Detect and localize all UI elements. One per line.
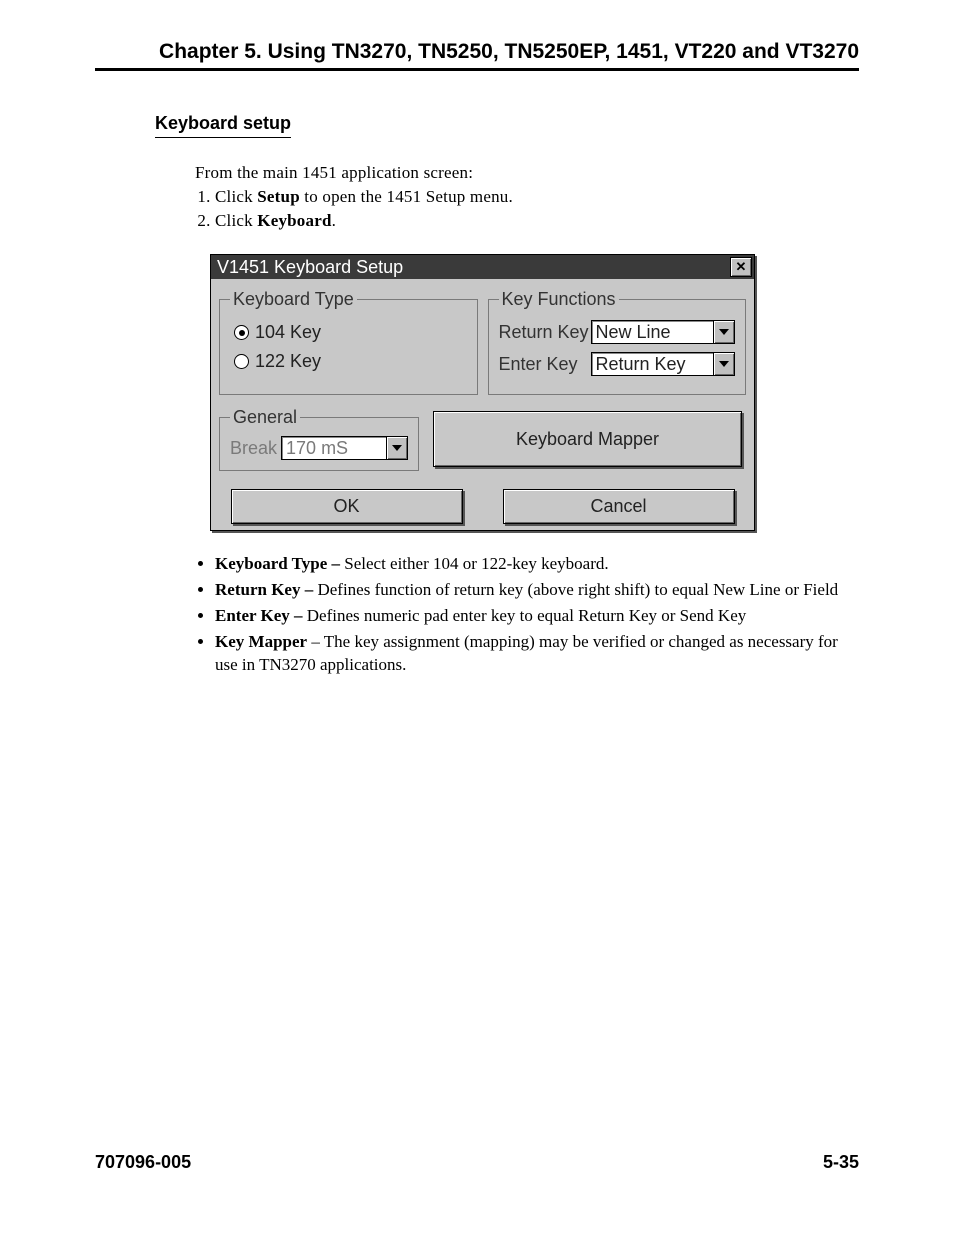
return-key-combo[interactable]: New Line <box>591 320 736 344</box>
step-1: Click Setup to open the 1451 Setup menu. <box>215 186 859 208</box>
radio-104key[interactable]: 104 Key <box>234 322 467 343</box>
break-combo[interactable]: 170 mS <box>281 436 408 460</box>
keyboard-setup-dialog: V1451 Keyboard Setup ✕ Keyboard Type 104… <box>210 254 755 531</box>
return-key-label: Return Key <box>499 322 591 343</box>
doc-number: 707096-005 <box>95 1152 191 1173</box>
chevron-down-icon[interactable] <box>714 352 735 376</box>
list-item: Enter Key – Defines numeric pad enter ke… <box>215 605 859 628</box>
radio-label: 122 Key <box>255 351 321 372</box>
key-functions-group: Key Functions Return Key New Line Enter … <box>488 289 747 395</box>
page-number: 5-35 <box>823 1152 859 1173</box>
keyboard-type-legend: Keyboard Type <box>230 289 357 310</box>
dialog-titlebar: V1451 Keyboard Setup ✕ <box>211 255 754 279</box>
list-item: Key Mapper – The key assignment (mapping… <box>215 631 859 677</box>
ok-button[interactable]: OK <box>231 489 463 524</box>
list-item: Keyboard Type – Select either 104 or 122… <box>215 553 859 576</box>
key-functions-legend: Key Functions <box>499 289 619 310</box>
break-value: 170 mS <box>281 436 387 460</box>
close-icon[interactable]: ✕ <box>730 257 752 277</box>
step-2: Click Keyboard. <box>215 210 859 232</box>
radio-icon <box>234 354 249 369</box>
break-label: Break <box>230 438 277 459</box>
cancel-button[interactable]: Cancel <box>503 489 735 524</box>
section-title: Keyboard setup <box>155 113 291 138</box>
radio-icon <box>234 325 249 340</box>
general-legend: General <box>230 407 300 428</box>
enter-key-value: Return Key <box>591 352 715 376</box>
chevron-down-icon[interactable] <box>387 436 408 460</box>
radio-122key[interactable]: 122 Key <box>234 351 467 372</box>
chevron-down-icon[interactable] <box>714 320 735 344</box>
return-key-value: New Line <box>591 320 715 344</box>
radio-label: 104 Key <box>255 322 321 343</box>
description-list: Keyboard Type – Select either 104 or 122… <box>195 553 859 677</box>
intro-text: From the main 1451 application screen: <box>195 162 859 184</box>
keyboard-mapper-button[interactable]: Keyboard Mapper <box>433 411 742 467</box>
enter-key-label: Enter Key <box>499 354 591 375</box>
list-item: Return Key – Defines function of return … <box>215 579 859 602</box>
enter-key-combo[interactable]: Return Key <box>591 352 736 376</box>
keyboard-type-group: Keyboard Type 104 Key 122 Key <box>219 289 478 395</box>
dialog-title: V1451 Keyboard Setup <box>217 257 403 278</box>
chapter-title: Chapter 5. Using TN3270, TN5250, TN5250E… <box>95 40 859 71</box>
general-group: General Break 170 mS <box>219 407 419 471</box>
